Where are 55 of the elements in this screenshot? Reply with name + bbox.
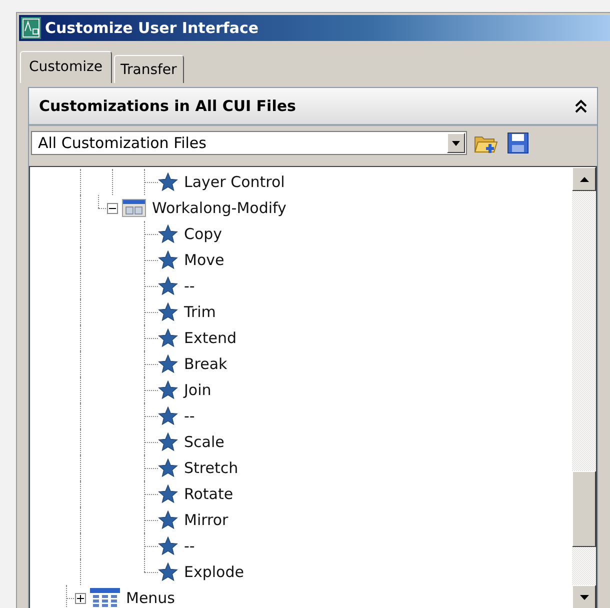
tree-item[interactable]: Workalong-Modify [152,199,286,217]
star-icon [158,510,178,530]
toolbar-icon [122,199,146,217]
star-icon [158,172,178,192]
scroll-up-button[interactable] [572,167,596,191]
tree-item[interactable]: Scale [184,433,224,451]
tree-item[interactable]: -- [184,407,195,425]
star-icon [158,302,178,322]
tree-item[interactable]: Menus [126,589,175,607]
tree-item[interactable]: Mirror [184,511,228,529]
tree-item[interactable]: Rotate [184,485,234,503]
star-icon [158,250,178,270]
tab[interactable]: Customize [20,51,112,83]
collapse-button[interactable] [573,98,589,114]
tree-item[interactable]: Break [184,355,228,373]
panel-title: Customizations in All CUI Files [39,97,296,115]
star-icon [158,276,178,296]
star-icon [158,432,178,452]
caret-up-icon [580,176,588,182]
star-icon [158,458,178,478]
star-icon [158,536,178,556]
scroll-down-button[interactable] [572,585,596,608]
save-icon [507,132,529,154]
star-icon [158,328,178,348]
file-dropdown[interactable]: All Customization Files [31,131,467,155]
tree-item[interactable]: Explode [184,563,244,581]
star-icon [158,224,178,244]
dropdown-arrow-button[interactable] [447,133,465,153]
tree-item[interactable]: Stretch [184,459,238,477]
scrollbar[interactable] [572,167,596,608]
collapse-button[interactable] [107,202,118,214]
caret-down-icon [452,140,460,146]
tab[interactable]: Transfer [114,55,184,83]
tree-item[interactable]: Join [184,381,212,399]
save-button[interactable] [505,130,531,156]
caret-down-icon [580,594,588,600]
tree-item[interactable]: Copy [184,225,222,243]
menu-grid-icon [90,588,120,608]
tree-item[interactable]: Move [184,251,224,269]
tree-item[interactable]: -- [184,277,195,295]
star-icon [158,484,178,504]
star-icon [158,562,178,582]
tree-item[interactable]: -- [184,537,195,555]
tree-item[interactable]: Extend [184,329,236,347]
star-icon [158,354,178,374]
double-chevron-icon [573,98,589,114]
tree-item[interactable]: Trim [184,303,216,321]
star-icon [158,380,178,400]
tree-item[interactable]: Layer Control [184,173,285,191]
scroll-thumb[interactable] [572,471,596,547]
window-title: Customize User Interface [45,19,259,37]
plus-icon [76,594,85,602]
app-logo-icon [21,17,41,39]
expand-button[interactable] [75,592,86,604]
star-icon [158,406,178,426]
